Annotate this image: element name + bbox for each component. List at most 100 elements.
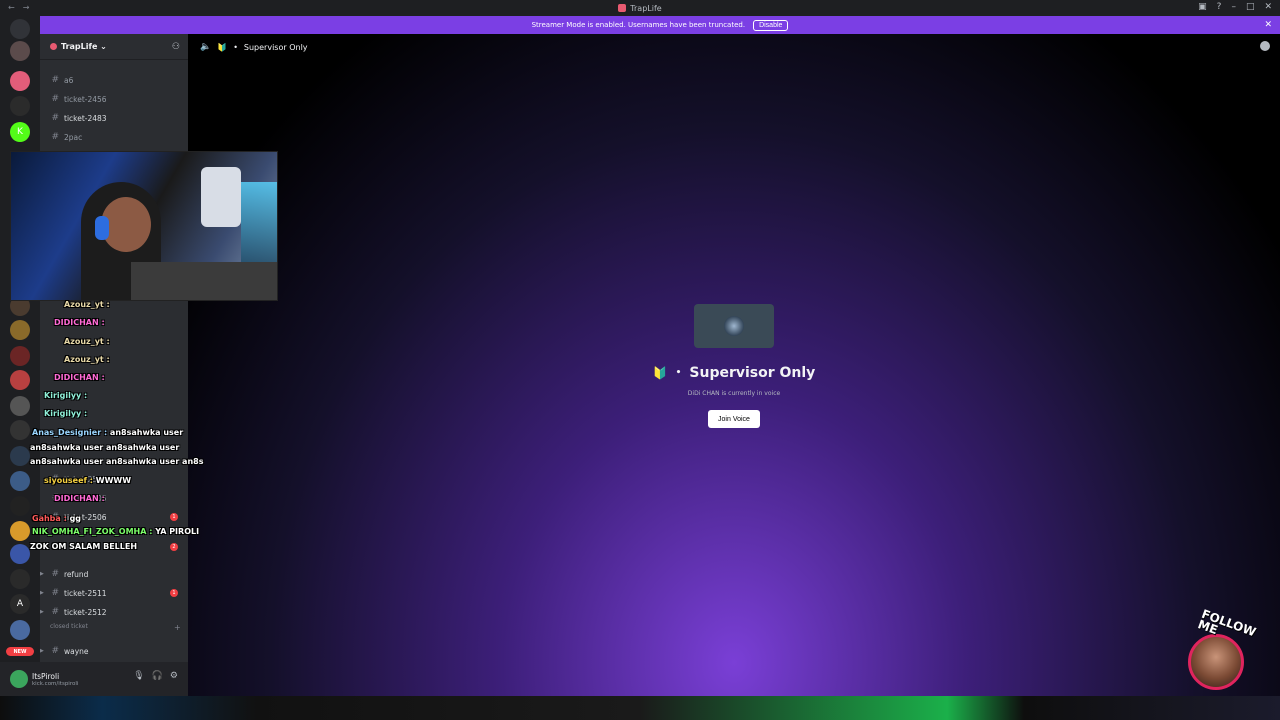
channel-name: Supervisor Only <box>243 42 308 52</box>
inbox-icon[interactable]: ▣ <box>1198 2 1207 12</box>
server-icon-11[interactable] <box>10 446 30 466</box>
speaker-icon: 🔈 <box>200 42 212 52</box>
channel-caret-icon: ▶ <box>40 571 44 577</box>
server-icon-13[interactable] <box>10 496 30 516</box>
chat-message: an8sahwka user an8sahwka user an8s <box>30 457 203 466</box>
chat-text: WWWW <box>93 476 132 485</box>
close-button[interactable]: ✕ <box>1264 2 1272 12</box>
channel-label: ticket-2511 <box>64 588 107 598</box>
server-icon <box>50 43 57 50</box>
chat-username: NIK_OMHA_FI_ZOK_OMHA : <box>32 527 153 536</box>
nav-buttons: ← → <box>8 3 29 12</box>
server-icon-17[interactable]: A <box>10 594 30 614</box>
category-closed-ticket[interactable]: closed ticket + <box>50 623 181 632</box>
chat-message: Kirigilyy : <box>44 409 87 418</box>
gear-icon[interactable]: ⚙ <box>170 671 178 681</box>
server-icon-8[interactable] <box>10 370 30 390</box>
channel-label: 2pac <box>64 132 83 142</box>
microphone-icon[interactable]: 🎙 <box>133 671 144 681</box>
category-label: closed ticket <box>50 623 88 630</box>
window-title-text: TrapLife <box>630 3 662 13</box>
chat-username: Azouz_yt : <box>64 300 110 309</box>
chat-message: Kirigilyy : <box>44 391 87 400</box>
maximize-button[interactable]: □ <box>1246 2 1255 12</box>
channel-ticket-2512[interactable]: ▶ # ticket-2512 <box>40 604 188 620</box>
channel-ticket-2483[interactable]: # ticket-2483 <box>40 110 188 126</box>
participant-avatar <box>724 316 744 336</box>
text-channel-hash-icon: # <box>51 132 59 142</box>
server-icon-2[interactable] <box>10 71 30 91</box>
channel-label: wayne <box>64 646 89 656</box>
server-icon-16[interactable] <box>10 569 30 589</box>
channel-2pac[interactable]: #2pac <box>40 129 188 145</box>
user-name: ItsPiroli <box>32 671 60 681</box>
webcam-desk <box>131 262 277 300</box>
window-title: TrapLife <box>618 3 662 13</box>
server-icon-6[interactable] <box>10 320 30 340</box>
chat-message: DIDICHAN : <box>54 373 105 382</box>
chat-message: ZOK OM SALAM BELLEH <box>30 542 137 551</box>
server-icon-15[interactable] <box>10 544 30 564</box>
channel-a6[interactable]: # a6 <box>40 72 188 88</box>
add-channel-icon[interactable]: + <box>174 623 181 632</box>
close-icon[interactable]: ✕ <box>1264 20 1272 30</box>
channel-header: 🔈 🔰 • Supervisor Only <box>188 34 1280 60</box>
channel-label: a6 <box>64 75 74 85</box>
disable-streamer-mode-button[interactable]: Disable <box>753 19 789 31</box>
invite-people-icon[interactable]: ⚇ <box>172 42 180 52</box>
webcam-pc-lights <box>241 182 277 262</box>
minimize-button[interactable]: – <box>1231 2 1236 12</box>
headphones-icon[interactable]: 🎧 <box>152 671 163 681</box>
mention-badge: 2 <box>170 543 178 551</box>
server-icon-14[interactable] <box>10 521 30 541</box>
back-icon[interactable]: ← <box>8 3 15 12</box>
taskbar-strip <box>0 696 1280 720</box>
streamer-webcam <box>10 151 278 301</box>
server-icon-7[interactable] <box>10 346 30 366</box>
user-avatar[interactable] <box>10 670 28 688</box>
chat-message: Anas_Designier : an8sahwka user <box>32 428 183 437</box>
chat-text: an8sahwka user <box>107 428 184 437</box>
new-badge: NEW <box>6 647 34 656</box>
chat-message: DIDICHAN : <box>54 318 105 327</box>
chat-username: Anas_Designier : <box>32 428 108 437</box>
server-icon-1[interactable] <box>10 41 30 61</box>
server-icon-9[interactable] <box>10 396 30 416</box>
join-voice-button[interactable]: Join Voice <box>708 410 760 428</box>
server-rail: KA <box>0 16 40 696</box>
chat-username: Kirigilyy : <box>44 391 88 400</box>
channel-label: ticket-2512 <box>64 607 107 617</box>
chat-message: an8sahwka user an8sahwka user <box>30 443 179 452</box>
chat-bubble-icon[interactable] <box>1260 41 1270 51</box>
server-icon-12[interactable] <box>10 471 30 491</box>
channel-wayne[interactable]: ▶ # wayne <box>40 643 188 659</box>
channel-sidebar: TrapLife ⌄ ⚇ closed ticket + 2 # a6 # ticke… <box>40 34 188 696</box>
chat-username: DIDICHAN : <box>54 318 105 327</box>
server-header[interactable]: TrapLife ⌄ ⚇ <box>40 34 188 60</box>
banner-text: Streamer Mode is enabled. Usernames have… <box>531 21 746 29</box>
chat-message: Azouz_yt : <box>64 300 110 309</box>
mention-badge: 1 <box>170 589 178 597</box>
text-channel-hash-icon: # <box>51 113 59 123</box>
chat-text: gg <box>66 514 82 523</box>
voice-channel-stage: 🔈 🔰 • Supervisor Only 🔰 • Supervisor Onl… <box>188 34 1280 696</box>
chat-username: Gahba : <box>32 514 67 523</box>
channel-refund[interactable]: ▶ # refund <box>40 566 188 582</box>
server-icon-3[interactable] <box>10 96 30 116</box>
channel-ticket-2511[interactable]: ▶ # ticket-2511 1 <box>40 585 188 601</box>
help-icon[interactable]: ? <box>1217 2 1222 12</box>
forward-icon[interactable]: → <box>23 3 30 12</box>
server-icon-10[interactable] <box>10 420 30 440</box>
text-channel-hash-icon: # <box>51 75 59 85</box>
channel-caret-icon: ▶ <box>40 609 44 615</box>
server-icon-18[interactable] <box>10 620 30 640</box>
chat-message: Gahba : gg <box>32 514 81 523</box>
channel-caret-icon: ▶ <box>40 648 44 654</box>
server-name: TrapLife ⌄ <box>61 42 107 51</box>
chat-username: Kirigilyy : <box>44 409 88 418</box>
chat-text: ZOK OM SALAM BELLEH <box>30 542 138 551</box>
channel-ticket-2456[interactable]: # ticket-2456 <box>40 91 188 107</box>
server-icon-0[interactable] <box>10 19 30 39</box>
server-icon-4[interactable]: K <box>10 122 30 142</box>
voice-participant-card[interactable] <box>694 304 774 348</box>
